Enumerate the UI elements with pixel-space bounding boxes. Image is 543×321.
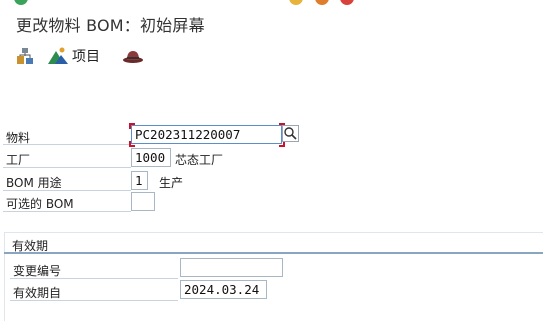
status-orange-icon[interactable] xyxy=(315,0,329,5)
valid-from-field[interactable]: 2024.03.24 xyxy=(180,280,267,299)
bom-usage-field[interactable]: 1 xyxy=(131,171,148,190)
plant-field[interactable]: 1000 xyxy=(131,148,171,167)
bom-usage-label: BOM 用途 xyxy=(6,176,62,190)
material-field[interactable]: PC202311220007 xyxy=(131,125,282,144)
page-title: 更改物料 BOM：初始屏幕 xyxy=(16,16,205,35)
material-label: 物料 xyxy=(6,131,31,145)
valid-from-label: 有效期自 xyxy=(13,286,62,300)
hat-icon[interactable] xyxy=(122,46,144,66)
bom-usage-description: 生产 xyxy=(159,176,184,190)
change-number-label: 变更编号 xyxy=(13,264,62,278)
status-red-icon[interactable] xyxy=(340,0,354,5)
search-icon xyxy=(284,127,297,140)
plant-description: 芯态工厂 xyxy=(175,153,224,167)
mountain-icon[interactable] xyxy=(47,46,69,66)
alt-bom-label: 可选的 BOM xyxy=(6,197,74,211)
change-number-field[interactable] xyxy=(180,258,283,277)
items-button-label[interactable]: 项目 xyxy=(72,46,100,66)
value-help-button[interactable] xyxy=(282,125,299,142)
hierarchy-icon[interactable] xyxy=(15,46,37,66)
plant-label: 工厂 xyxy=(6,153,31,167)
status-green-icon[interactable] xyxy=(14,0,28,5)
alt-bom-field[interactable] xyxy=(131,192,155,211)
status-yellow-icon[interactable] xyxy=(289,0,303,5)
